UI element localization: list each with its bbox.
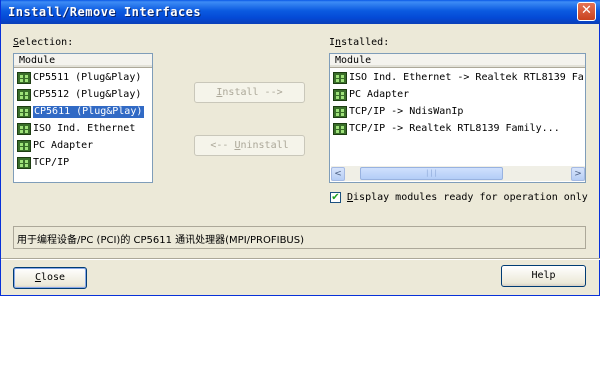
installed-label: Installed: [329, 37, 390, 48]
install-remove-interfaces-dialog: Install/Remove Interfaces ✕ Selection: M… [0, 0, 600, 296]
installed-horizontal-scrollbar[interactable]: < ||| > [331, 166, 585, 181]
installed-column-header-module[interactable]: Module [330, 54, 585, 68]
selection-label: Selection: [13, 37, 74, 48]
network-card-icon [333, 71, 347, 84]
network-card-icon [17, 139, 31, 152]
scrollbar-thumb[interactable]: ||| [360, 167, 503, 180]
help-button[interactable]: Help [501, 265, 586, 287]
network-card-icon [17, 88, 31, 101]
network-card-icon [17, 105, 31, 118]
display-ready-modules-label[interactable]: Display modules ready for operation only [347, 192, 588, 203]
checkmark-icon: ✔ [331, 192, 340, 203]
installed-item-tcp-ip-realtek[interactable]: TCP/IP -> Realtek RTL8139 Family... [330, 120, 585, 137]
window-close-button[interactable]: ✕ [577, 2, 596, 21]
selection-listbox[interactable]: Module CP5511 (Plug&Play) CP5512 (Plug&P… [13, 53, 153, 183]
scroll-right-arrow-icon[interactable]: > [571, 166, 585, 181]
close-icon: ✕ [581, 3, 592, 18]
network-card-icon [333, 88, 347, 101]
scrollbar-track[interactable]: ||| [345, 166, 571, 181]
module-description-text: 用于编程设备/PC (PCI)的 CP5611 通讯处理器(MPI/PROFIB… [17, 235, 305, 246]
module-description-box: 用于编程设备/PC (PCI)的 CP5611 通讯处理器(MPI/PROFIB… [13, 226, 586, 249]
selection-item-iso-ind-ethernet[interactable]: ISO Ind. Ethernet [14, 120, 152, 137]
selection-column-header-module[interactable]: Module [14, 54, 152, 68]
network-card-icon [17, 122, 31, 135]
installed-item-tcp-ip-ndiswanip[interactable]: TCP/IP -> NdisWanIp [330, 103, 585, 120]
scroll-left-arrow-icon[interactable]: < [331, 166, 345, 181]
uninstall-button[interactable]: <-- Uninstall [194, 135, 305, 156]
window-bottom-border [1, 295, 600, 296]
installed-item-iso-ind-ethernet[interactable]: ISO Ind. Ethernet -> Realtek RTL8139 Fa [330, 69, 585, 86]
network-card-icon [333, 122, 347, 135]
selection-item-tcp-ip[interactable]: TCP/IP [14, 154, 152, 171]
selection-item-cp5611[interactable]: CP5611 (Plug&Play) [14, 103, 152, 120]
install-button[interactable]: Install --> [194, 82, 305, 103]
installed-item-pc-adapter[interactable]: PC Adapter [330, 86, 585, 103]
display-ready-modules-checkbox[interactable]: ✔ [330, 192, 341, 203]
selection-item-cp5512[interactable]: CP5512 (Plug&Play) [14, 86, 152, 103]
separator [1, 258, 600, 260]
network-card-icon [17, 71, 31, 84]
network-card-icon [17, 156, 31, 169]
close-button[interactable]: Close [13, 267, 87, 289]
title-bar[interactable]: Install/Remove Interfaces [1, 0, 600, 24]
selection-item-pc-adapter[interactable]: PC Adapter [14, 137, 152, 154]
window-title: Install/Remove Interfaces [8, 5, 202, 19]
selection-item-cp5511[interactable]: CP5511 (Plug&Play) [14, 69, 152, 86]
network-card-icon [333, 105, 347, 118]
installed-listbox[interactable]: Module ISO Ind. Ethernet -> Realtek RTL8… [329, 53, 586, 183]
